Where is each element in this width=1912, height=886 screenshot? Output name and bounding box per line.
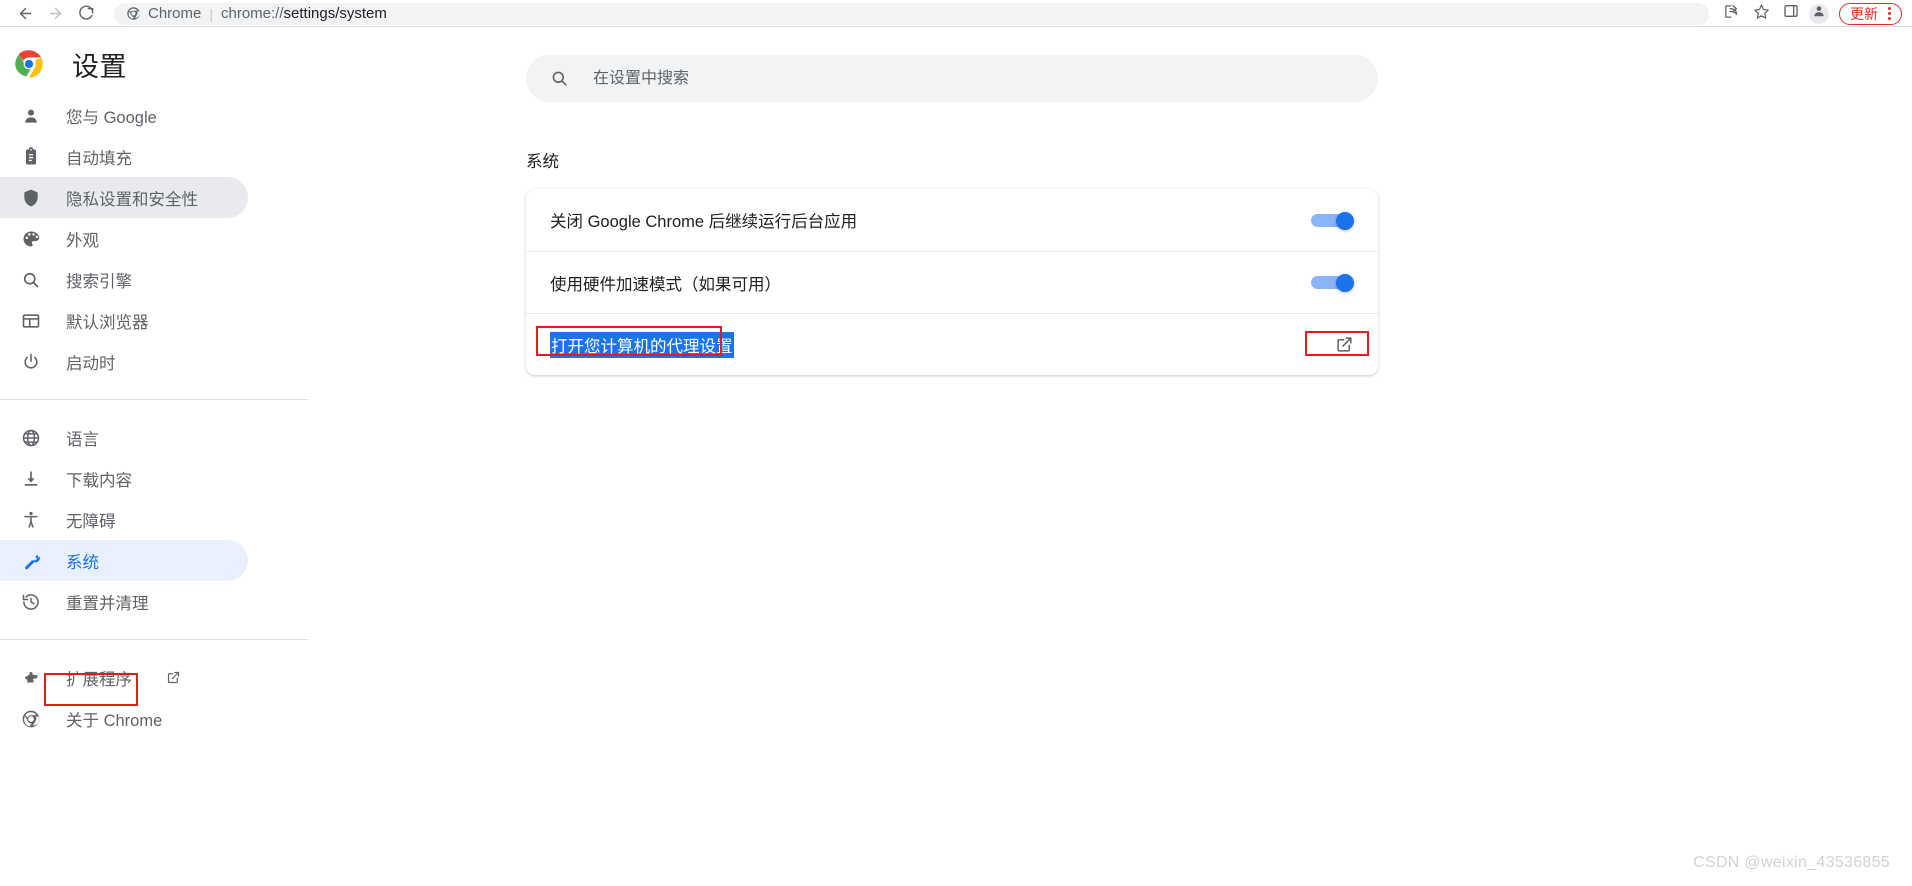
side-panel-button[interactable] xyxy=(1777,2,1805,26)
setting-row-proxy-settings[interactable]: 打开您计算机的代理设置 xyxy=(526,313,1378,375)
setting-row-background-apps[interactable]: 关闭 Google Chrome 后继续运行后台应用 xyxy=(526,189,1378,251)
palette-icon xyxy=(20,228,42,250)
back-arrow-icon xyxy=(17,5,34,22)
browser-window-icon xyxy=(20,310,42,332)
history-restore-icon xyxy=(20,591,42,613)
address-bar[interactable]: Chrome | chrome://settings/system xyxy=(114,2,1709,25)
profile-button[interactable] xyxy=(1809,3,1829,24)
sidebar-item-label: 外观 xyxy=(66,231,99,250)
chrome-logo-icon xyxy=(126,6,141,21)
puzzle-icon xyxy=(20,667,42,689)
omnibox-url-prefix: chrome:// xyxy=(221,5,284,22)
omnibox-separator: | xyxy=(209,5,213,22)
background-apps-toggle[interactable] xyxy=(1311,211,1354,230)
proxy-settings-label[interactable]: 打开您计算机的代理设置 xyxy=(550,331,734,358)
section-title-system: 系统 xyxy=(526,153,559,171)
sidebar-item-label: 语言 xyxy=(66,430,99,449)
omnibox-url: chrome://settings/system xyxy=(221,5,387,22)
setting-label: 使用硬件加速模式（如果可用） xyxy=(550,275,781,294)
system-settings-card: 关闭 Google Chrome 后继续运行后台应用 使用硬件加速模式（如果可用… xyxy=(526,189,1378,375)
reload-button[interactable] xyxy=(70,2,100,26)
bookmark-button[interactable] xyxy=(1747,2,1775,26)
proxy-settings-open-icon[interactable] xyxy=(1335,335,1354,354)
accessibility-icon xyxy=(20,509,42,531)
omnibox-chrome-label: Chrome xyxy=(148,5,202,22)
sidebar-item-label: 下载内容 xyxy=(66,471,132,490)
globe-icon xyxy=(20,427,42,449)
sidebar-item-about-chrome[interactable]: 关于 Chrome xyxy=(0,698,248,739)
setting-label: 关闭 Google Chrome 后继续运行后台应用 xyxy=(550,213,858,231)
search-settings-box[interactable] xyxy=(526,55,1378,102)
sidebar-item-you-and-google[interactable]: 您与 Google xyxy=(0,95,248,136)
sidebar-group-primary: 您与 Google 自动填充 隐私设置和安全性 外观 搜索引擎 默认浏览器 启动… xyxy=(0,95,308,382)
side-panel-icon xyxy=(1783,3,1799,24)
search-icon xyxy=(550,69,569,88)
settings-brand: 设置 xyxy=(0,33,308,95)
sidebar-item-default-browser[interactable]: 默认浏览器 xyxy=(0,300,248,341)
sidebar-item-label: 自动填充 xyxy=(66,149,132,168)
sidebar-item-label: 重置并清理 xyxy=(66,594,149,613)
sidebar-item-label: 您与 Google xyxy=(66,108,157,127)
sidebar-item-reset-and-clean-up[interactable]: 重置并清理 xyxy=(0,581,248,622)
chrome-outline-icon xyxy=(20,708,42,730)
sidebar-item-privacy-and-security[interactable]: 隐私设置和安全性 xyxy=(0,177,248,218)
toolbar-actions: 更新 xyxy=(1717,2,1902,26)
omnibox-url-path: settings/system xyxy=(283,5,387,22)
update-button[interactable]: 更新 xyxy=(1839,2,1902,25)
sidebar-item-appearance[interactable]: 外观 xyxy=(0,218,248,259)
toggle-knob xyxy=(1336,274,1354,292)
star-icon xyxy=(1753,3,1770,25)
sidebar-group-footer: 扩展程序 关于 Chrome xyxy=(0,639,308,739)
person-icon xyxy=(20,105,42,127)
reload-icon xyxy=(77,5,94,22)
wrench-icon xyxy=(20,550,42,572)
sidebar-item-autofill[interactable]: 自动填充 xyxy=(0,136,248,177)
forward-arrow-icon xyxy=(47,5,64,22)
search-input[interactable] xyxy=(591,68,1354,89)
search-icon xyxy=(20,269,42,291)
settings-sidebar: 设置 您与 Google 自动填充 隐私设置和安全性 外观 搜索引擎 默认浏览器… xyxy=(0,27,308,885)
page-title: 设置 xyxy=(72,51,127,82)
watermark: CSDN @weixin_43536855 xyxy=(1693,854,1890,871)
settings-page: 设置 您与 Google 自动填充 隐私设置和安全性 外观 搜索引擎 默认浏览器… xyxy=(0,27,1912,885)
settings-main: 系统 关闭 Google Chrome 后继续运行后台应用 使用硬件加速模式（如… xyxy=(308,27,1912,885)
hardware-acceleration-toggle[interactable] xyxy=(1311,274,1354,292)
sidebar-item-label: 默认浏览器 xyxy=(66,313,149,332)
sidebar-item-accessibility[interactable]: 无障碍 xyxy=(0,499,248,540)
power-icon xyxy=(20,351,42,373)
share-icon xyxy=(1723,3,1740,25)
sidebar-item-label: 隐私设置和安全性 xyxy=(66,190,198,209)
setting-row-hardware-acceleration[interactable]: 使用硬件加速模式（如果可用） xyxy=(526,251,1378,313)
external-link-icon xyxy=(166,670,181,685)
shield-icon xyxy=(20,187,42,209)
share-button[interactable] xyxy=(1717,2,1745,26)
sidebar-item-label: 无障碍 xyxy=(66,512,116,531)
search-row xyxy=(308,37,1912,102)
sidebar-item-languages[interactable]: 语言 xyxy=(0,417,248,458)
sidebar-item-label: 关于 Chrome xyxy=(66,711,163,730)
sidebar-item-extensions[interactable]: 扩展程序 xyxy=(0,657,248,698)
clipboard-icon xyxy=(20,146,42,168)
forward-button[interactable] xyxy=(40,2,70,26)
sidebar-item-downloads[interactable]: 下载内容 xyxy=(0,458,248,499)
browser-toolbar: Chrome | chrome://settings/system 更新 xyxy=(0,0,1912,27)
sidebar-item-on-startup[interactable]: 启动时 xyxy=(0,341,248,382)
profile-avatar-icon xyxy=(1812,4,1826,23)
three-dot-menu-icon[interactable] xyxy=(1884,7,1895,20)
sidebar-item-label: 启动时 xyxy=(66,354,116,373)
sidebar-item-search-engine[interactable]: 搜索引擎 xyxy=(0,259,248,300)
sidebar-item-label: 系统 xyxy=(66,553,99,572)
download-icon xyxy=(20,468,42,490)
sidebar-item-system[interactable]: 系统 xyxy=(0,540,248,581)
back-button[interactable] xyxy=(10,2,40,26)
sidebar-group-advanced: 语言 下载内容 无障碍 系统 重置并清理 xyxy=(0,399,308,622)
toggle-knob xyxy=(1336,211,1354,230)
update-label: 更新 xyxy=(1850,5,1878,22)
sidebar-item-label: 扩展程序 xyxy=(66,670,132,689)
sidebar-item-label: 搜索引擎 xyxy=(66,272,132,291)
chrome-logo-icon xyxy=(14,49,44,79)
